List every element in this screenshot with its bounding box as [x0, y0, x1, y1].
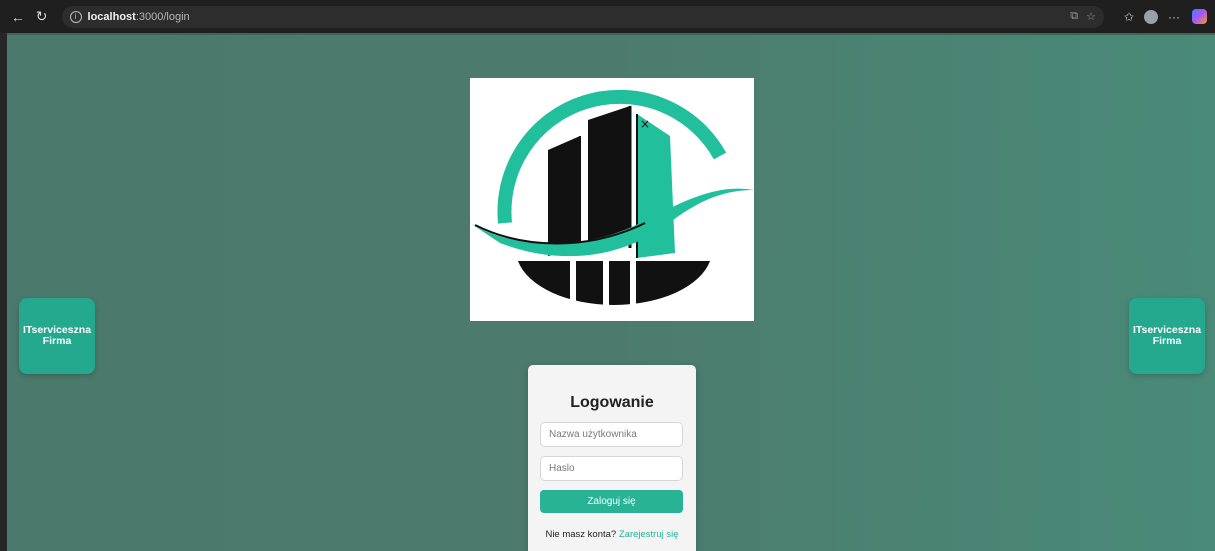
company-logo: × [470, 78, 754, 321]
register-link[interactable]: Zarejestruj się [619, 529, 679, 540]
favorites-icon[interactable]: ✩ [1124, 10, 1134, 24]
profile-avatar-icon[interactable] [1144, 9, 1159, 24]
reload-icon[interactable]: ↻ [32, 7, 52, 27]
more-menu-icon[interactable]: ··· [1168, 10, 1180, 24]
brand-line-2: Firma [42, 335, 72, 347]
star-icon[interactable]: ☆ [1086, 10, 1096, 23]
share-icon[interactable]: ⧉ [1070, 10, 1078, 23]
side-brand-card-right[interactable]: ITserviceszna Firma [1129, 298, 1205, 374]
register-prompt: Nie masz konta? Zarejestruj się [528, 529, 696, 540]
url-path: :3000/login [135, 10, 190, 23]
page-viewport: × ITserviceszna Firma ITserviceszna Firm… [7, 33, 1215, 551]
username-input[interactable] [540, 422, 683, 447]
login-form: Logowanie Zaloguj się Nie masz konta? Za… [528, 365, 696, 551]
info-icon[interactable]: i [69, 10, 82, 23]
address-bar[interactable]: i localhost :3000/login ⧉ ☆ [61, 5, 1104, 28]
brand-line-2: Firma [1152, 335, 1182, 347]
window-edge [0, 33, 7, 551]
login-title: Logowanie [570, 394, 654, 411]
copilot-icon[interactable] [1192, 9, 1208, 24]
login-button[interactable]: Zaloguj się [540, 490, 683, 513]
svg-text:×: × [640, 117, 650, 131]
password-input[interactable] [540, 456, 683, 481]
no-account-text: Nie masz konta? [545, 529, 617, 540]
browser-toolbar: ← ↻ i localhost :3000/login ⧉ ☆ ✩ ··· [0, 0, 1215, 33]
building-logo-icon: × [470, 89, 754, 311]
side-brand-card-left[interactable]: ITserviceszna Firma [19, 298, 95, 374]
back-arrow-icon[interactable]: ← [8, 7, 28, 27]
url-host: localhost [87, 10, 136, 23]
